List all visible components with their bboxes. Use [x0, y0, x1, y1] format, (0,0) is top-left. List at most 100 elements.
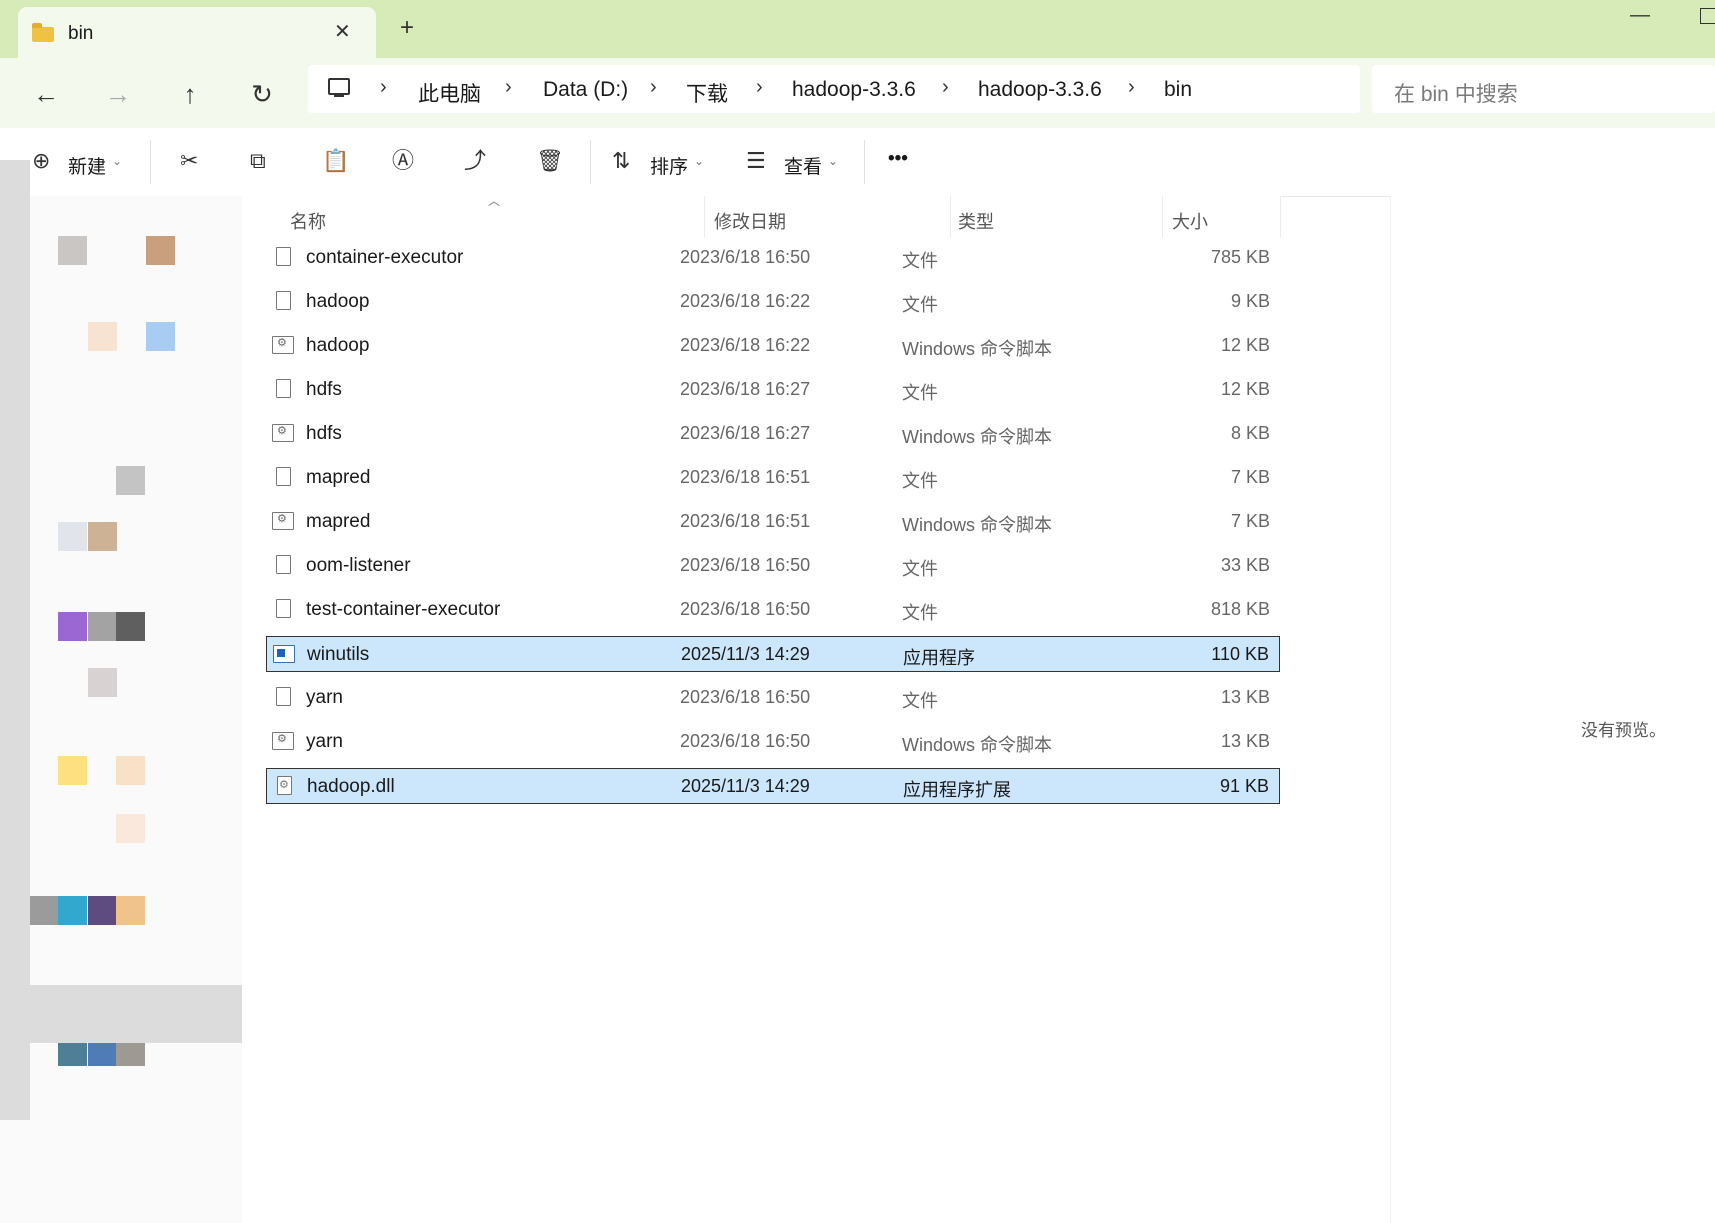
share-icon[interactable]: ⤴ — [464, 148, 486, 174]
column-divider[interactable] — [1280, 196, 1281, 238]
file-name: yarn — [306, 687, 343, 708]
refresh-icon[interactable]: ↻ — [244, 76, 280, 112]
sort-button-label[interactable]: 排序 — [650, 152, 688, 179]
file-name: mapred — [306, 467, 371, 488]
sidebar-item-icon[interactable] — [116, 814, 145, 843]
sidebar-item-icon[interactable] — [88, 612, 117, 641]
application-icon — [273, 645, 295, 663]
preview-pane: 没有预览。 — [1390, 196, 1715, 1223]
view-button-label[interactable]: 查看 — [784, 152, 822, 179]
minimize-icon[interactable]: — — [1630, 4, 1650, 27]
chevron-down-icon[interactable]: ⌄ — [828, 154, 838, 168]
column-header-date[interactable]: 修改日期 — [714, 208, 786, 234]
file-size: 785 KB — [1210, 247, 1270, 267]
paste-icon[interactable]: 📋 — [322, 148, 349, 174]
column-header-name[interactable]: 名称 — [290, 208, 326, 234]
file-row[interactable]: oom-listener 2023/6/18 16:50 文件 33 KB — [266, 548, 1280, 584]
view-icon[interactable]: ☰ — [746, 148, 766, 174]
sidebar-item-icon[interactable] — [116, 756, 145, 785]
sidebar-item-icon[interactable] — [116, 896, 145, 925]
sidebar-item-icon[interactable] — [116, 466, 145, 495]
navigation-pane — [0, 196, 242, 1223]
sidebar-item-icon[interactable] — [58, 522, 87, 551]
file-row[interactable]: hadoop 2023/6/18 16:22 文件 9 KB — [266, 284, 1280, 320]
sidebar-item-icon[interactable] — [88, 322, 117, 351]
file-row[interactable]: test-container-executor 2023/6/18 16:50 文件… — [266, 592, 1280, 628]
sidebar-item-icon[interactable] — [88, 668, 117, 697]
file-row[interactable]: container-executor 2023/6/18 16:50 文件 785 K… — [266, 240, 1280, 276]
file-row[interactable]: mapred 2023/6/18 16:51 Windows 命令脚本 7 KB — [266, 504, 1280, 540]
column-header-size[interactable]: 大小 — [1172, 208, 1208, 234]
file-date: 2023/6/18 16:22 — [680, 335, 811, 355]
file-name: container-executor — [306, 247, 464, 268]
sidebar-item-icon[interactable] — [116, 612, 145, 641]
breadcrumb-downloads[interactable]: 下载 — [686, 78, 728, 108]
column-header-type[interactable]: 类型 — [958, 208, 994, 234]
cut-icon[interactable]: ✂ — [180, 148, 198, 174]
chevron-right-icon[interactable]: › — [650, 76, 657, 99]
file-name: hadoop — [306, 335, 370, 356]
file-row[interactable]: yarn 2023/6/18 16:50 文件 13 KB — [266, 680, 1280, 716]
file-type: Windows 命令脚本 — [902, 515, 1053, 535]
breadcrumb-data-d[interactable]: Data (D:) — [543, 78, 628, 102]
file-size: 9 KB — [1230, 291, 1270, 311]
sidebar-item-icon[interactable] — [30, 896, 59, 925]
chevron-right-icon[interactable]: › — [942, 76, 949, 99]
sidebar-item-icon[interactable] — [58, 612, 87, 641]
search-input[interactable]: 在 bin 中搜索 — [1372, 65, 1715, 113]
chevron-right-icon[interactable]: › — [505, 76, 512, 99]
sort-icon[interactable]: ⇅ — [612, 148, 630, 174]
chevron-right-icon[interactable]: › — [1128, 76, 1135, 99]
forward-arrow-icon[interactable]: → — [100, 76, 136, 112]
file-row[interactable]: mapred 2023/6/18 16:51 文件 7 KB — [266, 460, 1280, 496]
new-tab-button[interactable]: + — [400, 14, 414, 42]
breadcrumb-hadoop-1[interactable]: hadoop-3.3.6 — [792, 78, 916, 102]
new-button-label[interactable]: 新建 — [68, 152, 106, 179]
file-name: oom-listener — [306, 555, 411, 576]
file-row[interactable]: hdfs 2023/6/18 16:27 Windows 命令脚本 8 KB — [266, 416, 1280, 452]
new-icon[interactable]: ⊕ — [32, 148, 50, 174]
file-size: 818 KB — [1210, 599, 1270, 619]
sidebar-item-icon[interactable] — [58, 896, 87, 925]
maximize-icon[interactable] — [1700, 8, 1715, 24]
file-type: 文件 — [902, 383, 938, 403]
copy-icon[interactable]: ⧉ — [250, 148, 266, 174]
more-options-icon[interactable]: ••• — [888, 148, 908, 170]
rename-icon[interactable]: Ⓐ — [392, 148, 414, 174]
dll-icon — [277, 776, 292, 795]
sidebar-item-icon[interactable] — [58, 236, 87, 265]
file-size: 8 KB — [1230, 423, 1270, 443]
sidebar-item-icon[interactable] — [146, 322, 175, 351]
back-arrow-icon[interactable]: ← — [28, 76, 64, 112]
sidebar-item-icon[interactable] — [88, 522, 117, 551]
up-arrow-icon[interactable]: ↑ — [172, 76, 208, 112]
file-date: 2023/6/18 16:50 — [680, 247, 811, 267]
breadcrumb-bin[interactable]: bin — [1164, 78, 1192, 102]
sidebar-item-icon[interactable] — [146, 236, 175, 265]
file-date: 2023/6/18 16:51 — [680, 511, 811, 531]
sidebar-item-icon[interactable] — [58, 756, 87, 785]
chevron-right-icon[interactable]: › — [380, 76, 387, 99]
tab-title: bin — [68, 23, 94, 44]
chevron-right-icon[interactable]: › — [756, 76, 763, 99]
delete-icon[interactable]: 🗑 — [536, 148, 564, 174]
close-icon[interactable]: ✕ — [334, 19, 351, 44]
chevron-down-icon[interactable]: ⌄ — [694, 154, 704, 168]
column-divider[interactable] — [1162, 196, 1163, 238]
file-date: 2025/11/3 14:29 — [681, 776, 810, 796]
file-row[interactable]: hadoop.dll 2025/11/3 14:29 应用程序扩展 91 KB — [266, 768, 1280, 804]
sidebar-item-icon[interactable] — [88, 896, 117, 925]
file-row[interactable]: yarn 2023/6/18 16:50 Windows 命令脚本 13 KB — [266, 724, 1280, 760]
file-row[interactable]: hdfs 2023/6/18 16:27 文件 12 KB — [266, 372, 1280, 408]
breadcrumb-hadoop-2[interactable]: hadoop-3.3.6 — [978, 78, 1102, 102]
column-divider[interactable] — [950, 196, 951, 238]
script-icon — [272, 424, 294, 442]
file-row[interactable]: hadoop 2023/6/18 16:22 Windows 命令脚本 12 KB — [266, 328, 1280, 364]
file-row[interactable]: winutils 2025/11/3 14:29 应用程序 110 KB — [266, 636, 1280, 672]
address-bar[interactable]: › 此电脑 › Data (D:) › 下载 › hadoop-3.3.6 › … — [308, 65, 1360, 113]
column-divider[interactable] — [704, 196, 705, 238]
sidebar-selected-item[interactable] — [30, 985, 250, 1043]
breadcrumb-this-pc[interactable]: 此电脑 — [418, 78, 481, 108]
chevron-down-icon[interactable]: ⌄ — [112, 154, 122, 168]
tab-bin[interactable]: bin ✕ — [18, 7, 376, 58]
